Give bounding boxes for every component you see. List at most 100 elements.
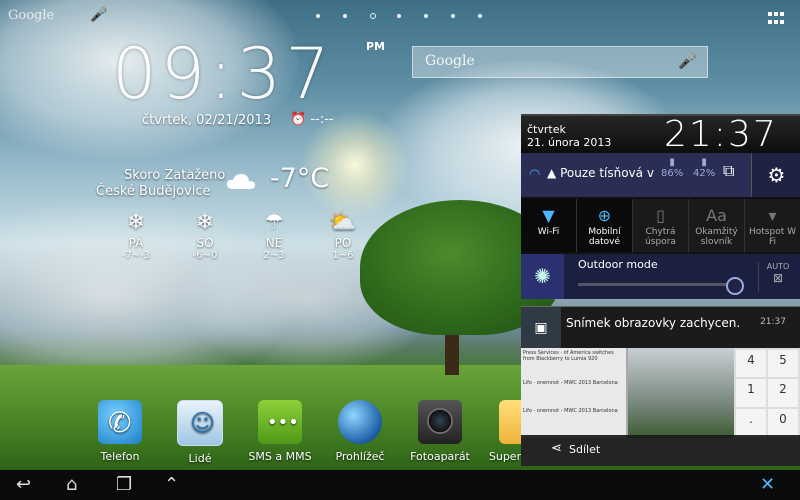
- qs-header: čtvrtek 21. února 2013 21:37: [521, 114, 800, 155]
- google-search-bar[interactable]: Google 🎤: [412, 46, 708, 78]
- forecast-day-label: PO: [334, 236, 352, 250]
- brightness-slider[interactable]: [578, 283, 738, 286]
- app-label: Telefon: [100, 450, 140, 463]
- navigation-bar: ↩ ⌂ ❐ ⌃ ✕: [0, 470, 800, 500]
- preview-keypad: 4 5 1 2 . 0: [734, 348, 800, 438]
- keypad-key: 1: [736, 379, 766, 407]
- preview-row: Lifo · onemnot - MWC 2013 Barcelona: [523, 408, 618, 414]
- tile-mobile-data[interactable]: ⊕ Mobilní datové: [577, 199, 633, 252]
- rain-snow-icon: ☂: [264, 210, 284, 235]
- share-icon: ⋖: [551, 441, 562, 456]
- page-dot[interactable]: [343, 14, 347, 18]
- clock-ampm: PM: [366, 40, 386, 53]
- forecast-day: ☂ NE 2~3: [254, 210, 294, 261]
- auto-label: AUTO: [766, 262, 790, 271]
- cloudy-icon: [227, 174, 255, 189]
- google-search-button[interactable]: Google: [8, 8, 54, 23]
- snow-icon: ❄: [195, 210, 215, 235]
- page-dot[interactable]: [397, 14, 401, 18]
- weather-location: Skoro Zataženo České Budějovice: [96, 168, 225, 200]
- battery-tablet: ▮ 42%: [693, 157, 715, 179]
- app-sms[interactable]: ••• SMS a MMS: [245, 400, 315, 463]
- phone-icon: ✆: [98, 400, 142, 444]
- browser-icon: [338, 400, 382, 444]
- keypad-key: 0: [768, 408, 798, 436]
- page-indicator: [316, 13, 486, 20]
- voice-search-icon[interactable]: 🎤: [678, 52, 697, 70]
- network-status[interactable]: ▲ Pouze tísňová v: [547, 166, 654, 180]
- partly-cloudy-icon: ⛅: [329, 210, 357, 235]
- sim-icon: ▲: [547, 166, 557, 180]
- expand-icon[interactable]: ⌃: [164, 474, 179, 495]
- preview-row: Press Services · of America switches fro…: [523, 350, 614, 362]
- quick-settings-panel: čtvrtek 21. února 2013 21:37 ◠ ▲ Pouze t…: [521, 114, 800, 299]
- app-notes[interactable]: Super: [485, 400, 525, 463]
- battery-percent: 42%: [693, 168, 716, 179]
- page-dot[interactable]: [424, 14, 428, 18]
- home-icon[interactable]: ⌂: [66, 474, 77, 495]
- forecast-temps: 2~3: [263, 250, 285, 261]
- forecast-day: ⛅ PO 1~6: [323, 210, 363, 261]
- share-label: Sdílet: [569, 443, 601, 456]
- auto-brightness-button[interactable]: AUTO ⊠: [758, 262, 797, 292]
- snow-icon: ❄: [126, 210, 146, 235]
- app-label: SMS a MMS: [248, 450, 312, 463]
- qs-time: 21:37: [664, 114, 778, 155]
- tile-wifi[interactable]: ▼ Wi-Fi: [521, 199, 577, 252]
- keypad-key: 2: [768, 379, 798, 407]
- alarm-widget: ⏰ --:--: [290, 112, 333, 127]
- weather-condition: Skoro Zataženo: [124, 168, 226, 183]
- tile-hotspot[interactable]: ▾ Hotspot W Fi: [745, 199, 800, 252]
- brightness-slider-knob[interactable]: [726, 277, 744, 295]
- app-label: Fotoaparát: [410, 450, 470, 463]
- forecast-day-label: SO: [196, 236, 214, 250]
- wifi-signal-icon: ◠: [529, 167, 541, 182]
- close-icon[interactable]: ✕: [760, 474, 775, 495]
- auto-brightness-icon: ⊠: [772, 271, 784, 285]
- screenshot-preview[interactable]: Press Services · of America switches fro…: [521, 348, 800, 466]
- tile-dictionary[interactable]: Aa Okamžitý slovník: [689, 199, 745, 252]
- preview-row: Lifo · onemnot - MWC 2013 Barcelona: [523, 380, 618, 386]
- weather-city: České Budějovice: [96, 184, 211, 199]
- battery-dock: ▮ 86%: [661, 157, 683, 179]
- status-bar: Google 🎤: [0, 0, 800, 34]
- app-label: Super: [488, 450, 522, 463]
- notification-time: 21:37: [760, 317, 786, 327]
- preview-email-list: Press Services · of America switches fro…: [521, 348, 626, 438]
- app-browser[interactable]: Prohlížeč: [325, 400, 395, 463]
- page-dot[interactable]: [478, 14, 482, 18]
- tile-smart-saving[interactable]: ▯ Chytrá úspora: [633, 199, 689, 252]
- contacts-icon: ☺: [177, 400, 223, 446]
- settings-gear-icon[interactable]: ⚙: [751, 153, 800, 197]
- page-dot[interactable]: [316, 14, 320, 18]
- tile-label: Mobilní datové: [588, 227, 621, 247]
- qs-day: čtvrtek: [527, 123, 566, 136]
- app-camera[interactable]: Fotoaparát: [405, 400, 475, 463]
- clock-date: čtvrtek, 02/21/2013: [142, 113, 272, 128]
- page-dot-home[interactable]: [370, 13, 376, 19]
- alarm-time: --:--: [310, 112, 334, 127]
- battery-percent: 86%: [661, 168, 684, 179]
- share-button[interactable]: ⋖ Sdílet: [521, 435, 800, 466]
- settings-panel-icon[interactable]: ⧉: [723, 161, 734, 181]
- network-label: Pouze tísňová v: [560, 166, 654, 180]
- screenshot-notification[interactable]: ▣ Snímek obrazovky zachycen. 21:37: [521, 306, 800, 349]
- brightness-icon[interactable]: ✺: [521, 254, 564, 299]
- recent-apps-icon[interactable]: ❐: [116, 474, 132, 495]
- microphone-icon[interactable]: 🎤: [90, 7, 107, 23]
- page-dot[interactable]: [451, 14, 455, 18]
- app-contacts[interactable]: ☺ Lidé: [165, 400, 235, 465]
- app-phone[interactable]: ✆ Telefon: [85, 400, 155, 463]
- tile-label: Chytrá úspora: [645, 227, 676, 247]
- back-icon[interactable]: ↩: [16, 474, 31, 495]
- keypad-key: .: [736, 408, 766, 436]
- globe-icon: ⊕: [597, 206, 612, 225]
- forecast-day: ❄ SO -6~0: [185, 210, 225, 261]
- tile-label: Okamžitý slovník: [695, 227, 738, 247]
- app-label: Prohlížeč: [335, 450, 385, 463]
- tile-label: Wi-Fi: [537, 227, 560, 237]
- apps-grid-icon[interactable]: [768, 12, 784, 26]
- keypad-key: 5: [768, 350, 798, 378]
- weather-temperature: -7°C: [270, 163, 330, 194]
- forecast-day-label: NE: [265, 236, 283, 250]
